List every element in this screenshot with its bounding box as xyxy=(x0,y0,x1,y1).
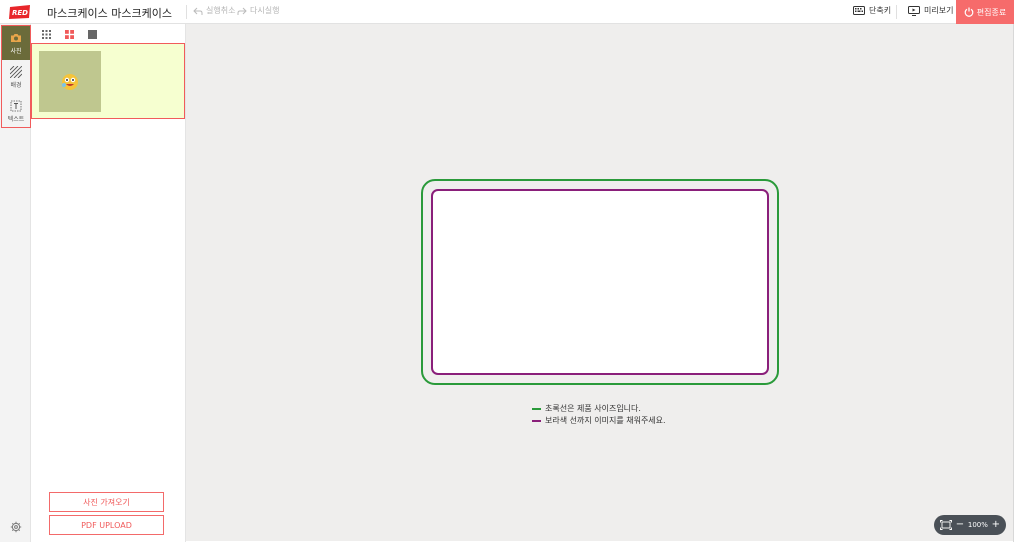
camera-icon xyxy=(11,33,21,42)
photo-thumbnail[interactable] xyxy=(39,51,101,112)
rail-item-background[interactable]: 배경 xyxy=(2,60,30,94)
single-view-icon[interactable] xyxy=(88,30,97,39)
top-toolbar: RED 마스크케이스 마스크케이스 실행취소 다시실행 단축키 미리보기 편집종… xyxy=(0,0,1014,24)
redo-label: 다시실행 xyxy=(250,6,280,15)
rail-item-label: 사진 xyxy=(10,47,22,55)
photo-list xyxy=(31,43,185,119)
zoom-out-button[interactable]: − xyxy=(956,520,964,530)
photo-panel: 사진 가져오기 PDF UPLOAD xyxy=(31,24,186,542)
background-pattern-icon xyxy=(10,65,22,78)
finish-editing-button[interactable]: 편집종료 xyxy=(956,0,1014,24)
toolbar-divider xyxy=(896,5,897,19)
undo-arrow-icon xyxy=(193,7,203,15)
emoji-photo-icon xyxy=(62,73,78,90)
power-icon xyxy=(964,7,974,17)
red-logo[interactable]: RED xyxy=(8,4,32,20)
undo-button[interactable]: 실행취소 xyxy=(193,5,235,16)
shortcut-button[interactable]: 단축키 xyxy=(853,5,891,16)
monitor-icon xyxy=(908,5,920,16)
undo-label: 실행취소 xyxy=(206,6,236,15)
toolbar-divider xyxy=(186,5,187,19)
pdf-upload-button[interactable]: PDF UPLOAD xyxy=(49,515,164,535)
shortcut-label: 단축키 xyxy=(869,6,892,15)
text-box-icon xyxy=(10,100,22,111)
svg-text:RED: RED xyxy=(12,9,28,17)
finish-label: 편집종료 xyxy=(976,7,1007,17)
document-title: 마스크케이스 마스크케이스 xyxy=(47,7,172,20)
legend-text: 초록선은 제품 사이즈입니다. xyxy=(545,404,641,413)
keyboard-icon xyxy=(853,6,865,15)
legend-green-line xyxy=(532,407,541,410)
rail-item-label: 텍스트 xyxy=(7,115,25,123)
rail-item-label: 배경 xyxy=(10,81,22,89)
fit-screen-icon[interactable] xyxy=(940,520,952,530)
zoom-control: − 100% + xyxy=(934,515,1006,535)
redo-arrow-icon xyxy=(237,7,247,15)
import-photo-button[interactable]: 사진 가져오기 xyxy=(49,492,164,512)
legend-purple-line xyxy=(532,419,541,422)
preview-button[interactable]: 미리보기 xyxy=(908,5,953,16)
legend-text: 보라색 선까지 이미지를 채워주세요. xyxy=(545,416,666,425)
tool-rail-group: 사진 배경 텍스트 xyxy=(1,25,31,128)
grid-small-icon[interactable] xyxy=(42,30,51,39)
image-fill-area[interactable] xyxy=(431,189,769,375)
grid-large-icon[interactable] xyxy=(65,30,74,39)
redo-button[interactable]: 다시실행 xyxy=(237,5,279,16)
gear-icon[interactable] xyxy=(10,521,22,533)
editor-canvas: 초록선은 제품 사이즈입니다. 보라색 선까지 이미지를 채워주세요. xyxy=(186,24,1013,541)
rail-item-text[interactable]: 텍스트 xyxy=(2,94,30,128)
zoom-in-button[interactable]: + xyxy=(992,520,1000,530)
rail-item-photo[interactable]: 사진 xyxy=(2,26,30,60)
legend-item: 보라색 선까지 이미지를 채워주세요. xyxy=(532,415,666,426)
legend-item: 초록선은 제품 사이즈입니다. xyxy=(532,403,641,414)
zoom-level: 100% xyxy=(967,521,988,529)
tool-rail: 사진 배경 텍스트 xyxy=(0,24,31,542)
preview-label: 미리보기 xyxy=(924,6,954,15)
